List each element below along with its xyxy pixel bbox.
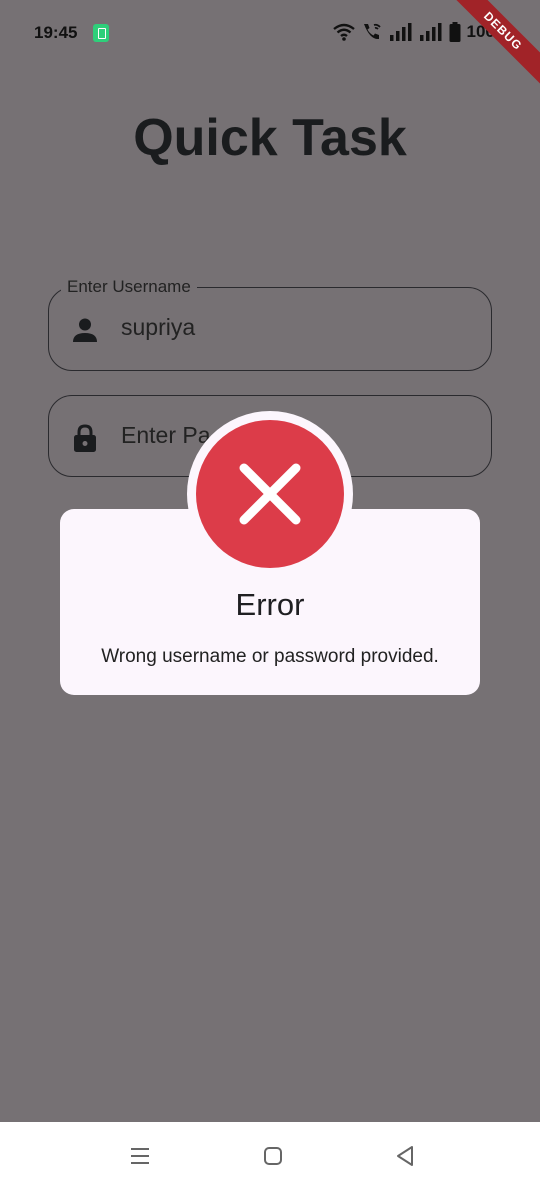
error-circle: [196, 420, 344, 568]
back-icon[interactable]: [393, 1144, 417, 1168]
signal-icon: [419, 23, 442, 41]
signal-icon: [389, 23, 412, 41]
menu-icon[interactable]: [128, 1144, 152, 1168]
navigation-bar: [0, 1122, 540, 1188]
home-icon[interactable]: [261, 1144, 285, 1168]
username-field[interactable]: Enter Username supriya: [48, 277, 492, 371]
error-badge: [187, 411, 353, 577]
dialog-message: Wrong username or password provided.: [101, 646, 439, 667]
password-placeholder: Enter Pa: [121, 422, 211, 448]
wifi-calling-icon: [363, 23, 381, 40]
username-value: supriya: [121, 314, 196, 340]
wifi-icon: [332, 23, 355, 41]
username-label: Enter Username: [61, 277, 197, 297]
app-title: Quick Task: [133, 109, 407, 167]
status-bar: 19:45 100%: [0, 0, 540, 64]
battery-icon: [449, 22, 461, 42]
dialog-title: Error: [235, 587, 305, 622]
status-time: 19:45: [34, 23, 78, 42]
app-notification-icon: [93, 24, 109, 42]
lock-icon: [74, 424, 96, 452]
person-icon: [73, 318, 97, 342]
error-x-icon: [239, 463, 301, 525]
